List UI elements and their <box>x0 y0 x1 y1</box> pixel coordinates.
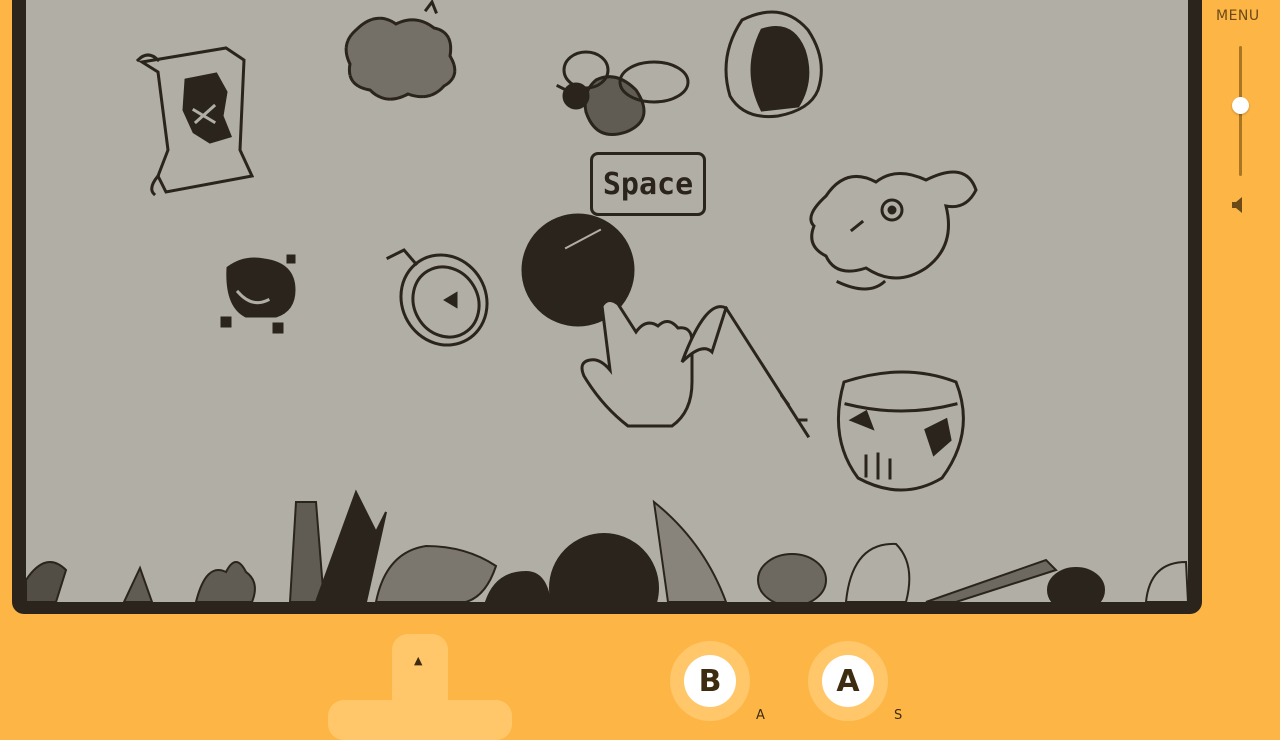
a-button-label: A <box>822 655 874 707</box>
cartoon-dog-item <box>809 170 978 291</box>
scribble-bush-item <box>344 0 457 101</box>
b-button[interactable]: B <box>670 641 750 721</box>
speaker-icon[interactable] <box>1230 195 1248 215</box>
game-screen[interactable]: Space <box>26 0 1188 602</box>
meteor-rock-item <box>724 10 823 119</box>
game-scene <box>26 0 1188 602</box>
menu-button[interactable]: MENU <box>1216 8 1260 24</box>
volume-slider-knob[interactable] <box>1232 96 1249 114</box>
space-key-prompt: Space <box>590 152 706 216</box>
pocket-watch-item <box>385 248 489 347</box>
bee-item <box>555 50 690 136</box>
dpad-horizontal[interactable] <box>328 700 512 740</box>
treasure-map-item <box>135 46 255 197</box>
a-key-hint: S <box>894 708 903 723</box>
b-button-label: B <box>684 655 736 707</box>
b-key-hint: A <box>756 708 765 723</box>
dpad-up-arrow-icon[interactable]: ▲ <box>414 654 422 667</box>
fishbowl-item <box>836 370 965 492</box>
junk-pile <box>26 489 1188 602</box>
crystal-gem-item <box>220 254 296 334</box>
a-button[interactable]: A <box>808 641 888 721</box>
dpad[interactable]: ▲ <box>328 634 512 740</box>
scythe-item <box>680 305 811 439</box>
